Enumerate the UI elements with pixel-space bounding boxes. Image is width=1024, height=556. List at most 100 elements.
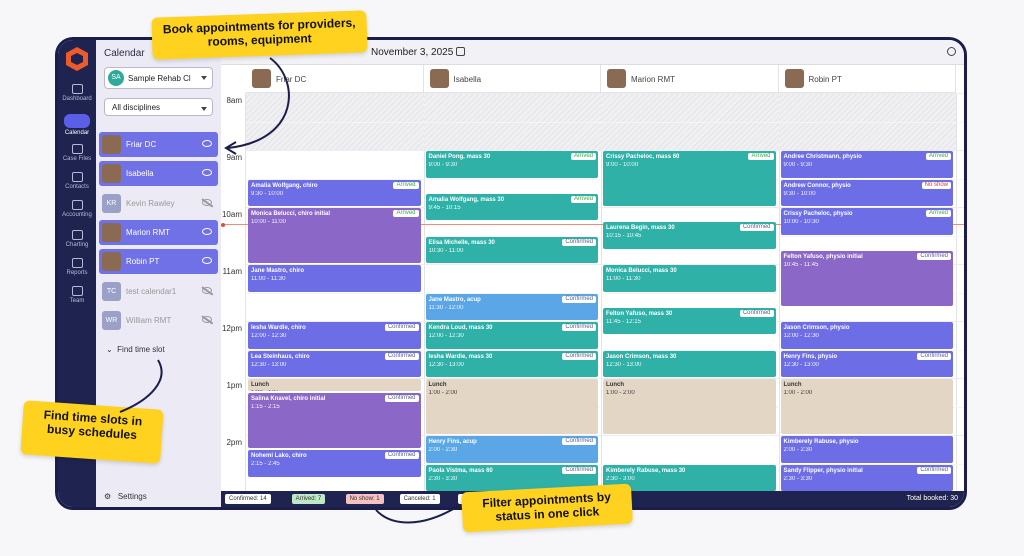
appointment-card[interactable]: Lea Steinhaus, chiro 12:30 - 13:00 Confirm…: [248, 350, 421, 377]
appointment-card[interactable]: Laurena Begin, mass 30 10:15 - 10:45 Confi…: [603, 222, 776, 249]
appointment-card[interactable]: Sandy Flipper, physio initial 2:30 - 3:30…: [780, 464, 953, 491]
appointment-card[interactable]: Amalia Wolfgang, chiro 9:30 - 10:00 Arrive…: [248, 179, 421, 206]
location-name: Sample Rehab Cl: [128, 74, 191, 83]
provider-name: Friar DC: [126, 140, 157, 149]
appointment-time: 1:00 - 2:00: [783, 390, 813, 396]
time-label: 12pm: [221, 324, 242, 333]
nav-item-charting[interactable]: Charting: [58, 228, 96, 258]
provider-item[interactable]: Marion RMT: [99, 219, 218, 245]
status-filter-chip[interactable]: Confirmed: 14: [225, 494, 271, 504]
appointment-card[interactable]: Jane Mastro, acup 11:30 - 12:00 Confirmed: [425, 293, 598, 320]
column-header[interactable]: Friar DC: [246, 65, 424, 93]
current-date[interactable]: November 3, 2025: [371, 47, 453, 58]
appointment-time: 12:30 - 13:00: [606, 361, 642, 368]
lunch-block[interactable]: Lunch1:00 - 1:15: [248, 379, 421, 392]
appointment-card[interactable]: Daniel Pong, mass 30 9:00 - 9:30 Arrived: [425, 151, 598, 178]
appointment-card[interactable]: Iesha Wardle, chiro 12:00 - 12:30 Confirme…: [248, 322, 421, 349]
provider-item[interactable]: Friar DC: [99, 132, 218, 157]
appointment-card[interactable]: Felton Yafuso, physio initial 10:45 - 11:…: [780, 250, 953, 306]
provider-avatar: WR: [102, 310, 121, 330]
reports-icon: [71, 258, 83, 268]
nav-item-accounting[interactable]: Accounting: [58, 198, 96, 228]
callout-find-time-slots: Find time slots in busy schedules: [20, 400, 164, 464]
appointment-card[interactable]: Salina Knavel, chiro initial 1:15 - 2:15 C…: [248, 393, 421, 449]
appointment-time: 2:30 - 3:30: [428, 475, 458, 482]
appointment-title: Kimberely Rabuse, mass 30: [606, 467, 686, 474]
appointment-time: 9:30 - 10:00: [783, 190, 816, 197]
appointment-card[interactable]: Henry Fins, acup 2:00 - 2:30 Confirmed: [425, 436, 598, 463]
dashboard-icon: [71, 84, 83, 94]
eye-icon[interactable]: [202, 257, 212, 265]
appointment-card[interactable]: Jane Mastro, chiro 11:00 - 11:30: [248, 265, 421, 292]
search-icon[interactable]: [947, 47, 956, 56]
provider-item[interactable]: Isabella: [99, 161, 218, 187]
status-badge: Confirmed: [562, 466, 596, 474]
status-badge: Arrived: [925, 210, 951, 217]
calendar-grid: 8am 9am 10am 11am 12pm 1pm 2pm Friar DC Isabell…: [221, 65, 964, 491]
appointment-card[interactable]: Felton Yafuso, mass 30 11:45 - 12:15 Confi…: [603, 307, 776, 335]
nav-item-contacts[interactable]: Contacts: [58, 170, 96, 200]
eye-off-icon[interactable]: [202, 286, 212, 294]
find-time-slot-button[interactable]: ⌄ Find time slot: [106, 345, 165, 354]
location-select[interactable]: SA Sample Rehab Cl: [104, 67, 213, 89]
provider-item[interactable]: KR Kevin Rawley: [99, 191, 218, 216]
column-header[interactable]: Robin PT: [778, 65, 956, 93]
time-column: 8am 9am 10am 11am 12pm 1pm 2pm: [221, 93, 246, 491]
appointment-card[interactable]: Jason Crimson, physio 12:00 - 12:30: [780, 322, 953, 349]
provider-item[interactable]: WR William RMT: [99, 308, 218, 333]
column-header[interactable]: Marion RMT: [601, 65, 779, 93]
status-badge: Confirmed: [562, 438, 596, 445]
eye-icon[interactable]: [202, 169, 212, 177]
provider-avatar: [607, 69, 626, 88]
appointment-card[interactable]: Andree Christmann, physio 9:00 - 9:30 Arri…: [780, 151, 953, 178]
nav-item-team[interactable]: Team: [58, 284, 96, 314]
appointment-card[interactable]: Nohemi Lako, chiro 2:15 - 2:45 Confirmed: [248, 450, 421, 477]
appointment-card[interactable]: Iesha Wardle, mass 30 12:30 - 13:00 Confir…: [425, 350, 598, 377]
discipline-select[interactable]: All disciplines: [104, 98, 213, 116]
appointment-card[interactable]: Kimberely Rabuse, physio 2:00 - 2:30: [780, 436, 953, 463]
appointment-time: 2:00 - 2:30: [428, 447, 458, 453]
date-picker-icon[interactable]: [456, 47, 465, 56]
eye-icon[interactable]: [202, 227, 212, 235]
provider-item[interactable]: Robin PT: [99, 249, 218, 275]
appointment-card[interactable]: Monica Belucci, mass 30 11:00 - 11:30: [603, 265, 776, 292]
location-avatar: SA: [108, 70, 124, 86]
status-filter-chip[interactable]: No show: 1: [345, 494, 384, 504]
lunch-block[interactable]: Lunch 1:00 - 2:00: [603, 379, 776, 434]
eye-off-icon[interactable]: [202, 315, 212, 323]
appointment-time: 2:30 - 3:30: [783, 475, 813, 482]
status-filter-chip[interactable]: Canceled: 1: [399, 494, 440, 504]
chevron-down-icon: [201, 107, 207, 111]
nav-item-dashboard[interactable]: Dashboard: [58, 82, 96, 112]
lunch-block[interactable]: Lunch 1:00 - 2:00: [780, 379, 953, 434]
appointment-card[interactable]: Henry Fins, physio 12:30 - 13:00 Confirmed: [780, 350, 953, 377]
calendar-icon: [64, 114, 90, 128]
provider-avatar: [252, 69, 271, 88]
eye-icon[interactable]: [202, 140, 212, 147]
nav-item-calendar[interactable]: Calendar: [58, 112, 96, 142]
time-label: 1pm: [226, 381, 242, 390]
nav-item-reports[interactable]: Reports: [58, 256, 96, 286]
app-logo-icon: [66, 47, 88, 71]
time-label: 11am: [222, 267, 242, 276]
settings-button[interactable]: ⚙ Settings: [104, 492, 147, 501]
appointment-card[interactable]: Jason Crimson, mass 30 12:30 - 13:00: [603, 350, 776, 377]
appointment-card[interactable]: Amalia Wolfgang, mass 30 9:45 - 10:15 Arri…: [425, 193, 598, 221]
status-filter-chip[interactable]: Arrived: 7: [291, 494, 326, 504]
provider-item[interactable]: TC test calendar1: [99, 279, 218, 304]
nav-item-case-files[interactable]: Case Files: [58, 142, 96, 172]
provider-avatar: [102, 135, 121, 154]
appointment-card[interactable]: Monica Belucci, chiro initial 10:00 - 11:…: [248, 208, 421, 263]
appointment-card[interactable]: Andrew Connor, physio 9:30 - 10:00 No show: [780, 179, 953, 206]
half-hour-line: [246, 121, 964, 123]
appointment-card[interactable]: Kendra Loud, mass 30 12:00 - 12:30 Confirm…: [425, 322, 598, 349]
column-header[interactable]: Isabella: [423, 65, 601, 93]
eye-off-icon[interactable]: [202, 198, 212, 206]
callout-filter-status: Filter appointments by status in one cli…: [461, 483, 633, 533]
appointment-card[interactable]: Elisa Michelle, mass 30 10:30 - 11:00 Conf…: [425, 236, 598, 263]
lunch-block[interactable]: Lunch 1:00 - 2:00: [425, 379, 598, 434]
appointment-card[interactable]: Crissy Pacheloc, mass 60 9:00 - 10:00 Arri…: [603, 151, 776, 206]
status-badge: Confirmed: [562, 324, 596, 331]
appointment-card[interactable]: Crissy Pacheloc, physio 10:00 - 10:30 Arri…: [780, 208, 953, 235]
appointment-time: 2:15 - 2:45: [251, 461, 280, 468]
